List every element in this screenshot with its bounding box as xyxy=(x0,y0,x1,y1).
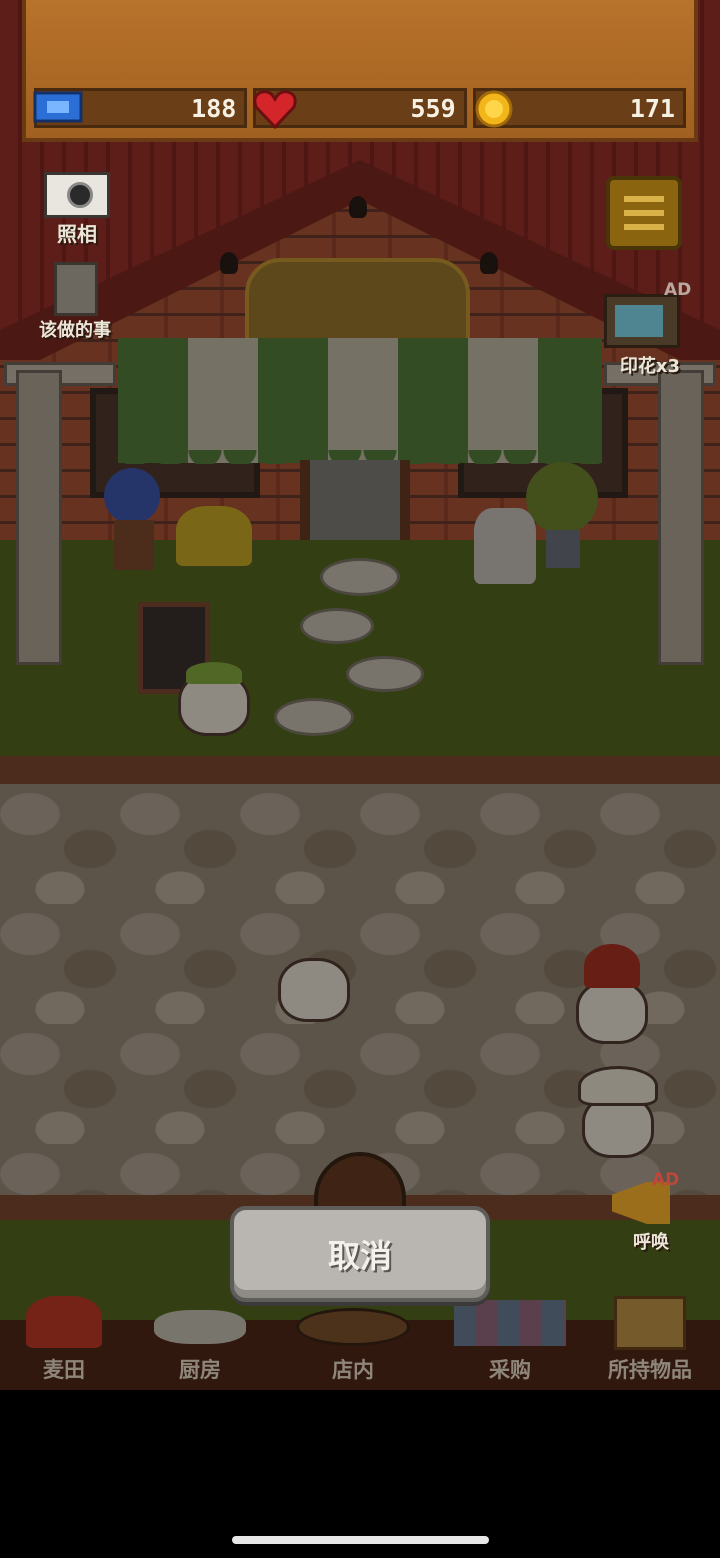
ad-badge: AD xyxy=(652,1170,680,1190)
menu-button[interactable] xyxy=(606,176,682,250)
ticket-count: 188 xyxy=(191,93,237,123)
camera-icon xyxy=(44,172,110,218)
home-indicator[interactable] xyxy=(232,1536,489,1544)
heart-icon xyxy=(253,90,297,130)
stamp-label: 印花x3 xyxy=(619,356,681,377)
call-ad-button[interactable]: AD 呼唤 xyxy=(606,1170,696,1256)
coin-count: 171 xyxy=(629,93,675,123)
camera-button[interactable]: 照相 xyxy=(40,172,114,246)
camera-label: 照相 xyxy=(57,222,97,246)
call-label: 呼唤 xyxy=(633,1232,669,1253)
ticket-icon xyxy=(33,91,83,123)
coin-icon xyxy=(475,90,513,128)
heart-count: 559 xyxy=(410,93,456,123)
ticket-counter: 188 xyxy=(33,88,248,128)
clipboard-icon xyxy=(54,262,98,316)
todo-label: 该做的事 xyxy=(39,320,111,341)
coin-counter: 171 xyxy=(472,88,686,128)
ad-badge: AD xyxy=(664,280,692,300)
stats-row: 188 559 171 xyxy=(33,88,686,130)
heart-counter: 559 xyxy=(253,88,467,130)
todo-button[interactable]: 该做的事 xyxy=(28,262,122,341)
tv-icon xyxy=(604,294,680,348)
hamburger-menu-icon xyxy=(624,196,664,230)
game-scene[interactable]: 麦田 厨房 店内 采购 所持物品 188 559 171 照相 该做的事 AD … xyxy=(0,0,720,1390)
cancel-label: 取消 xyxy=(327,1237,392,1275)
stamp-ad-button[interactable]: AD 印花x3 xyxy=(600,278,700,378)
cancel-button[interactable]: 取消 xyxy=(230,1206,490,1302)
